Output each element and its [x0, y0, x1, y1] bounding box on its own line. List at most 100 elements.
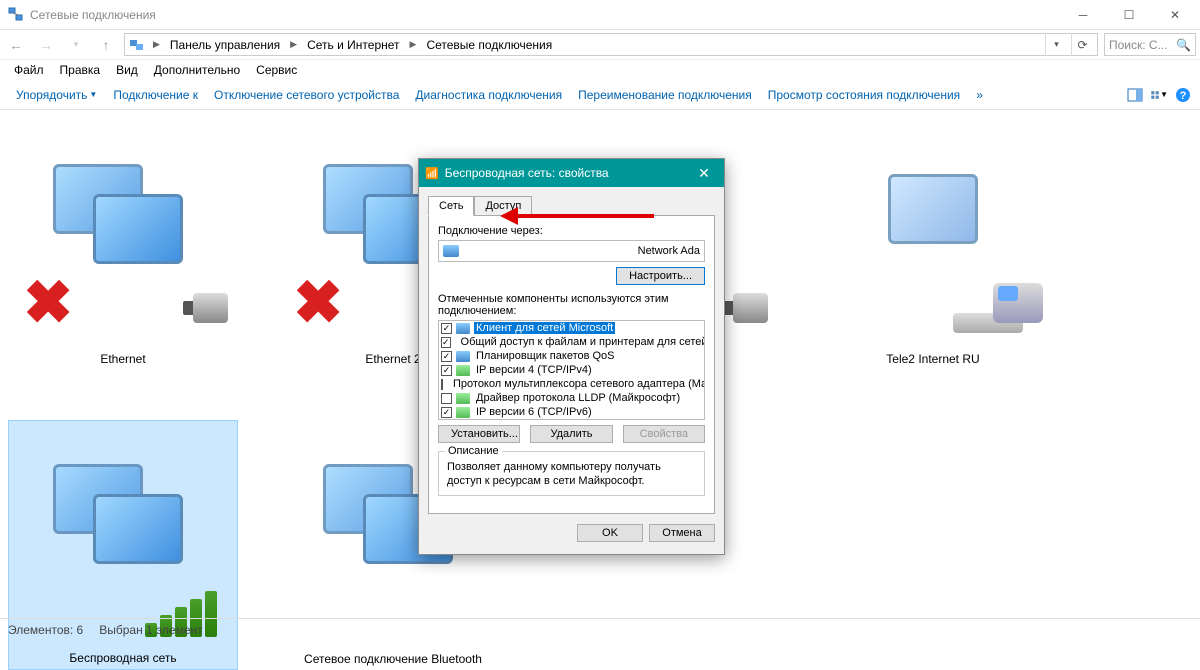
toolbar-rename[interactable]: Переименование подключения	[570, 84, 760, 106]
connection-label: Беспроводная сеть	[69, 647, 176, 669]
back-button[interactable]: ←	[4, 33, 28, 57]
components-label: Отмеченные компоненты используются этим …	[438, 293, 705, 317]
component-row[interactable]: ✓ Общий доступ к файлам и принтерам для с…	[439, 335, 704, 349]
minimize-button[interactable]: ─	[1060, 0, 1106, 30]
configure-button[interactable]: Настроить...	[616, 267, 705, 285]
up-button[interactable]: ↑	[94, 33, 118, 57]
component-icon	[456, 323, 470, 334]
ok-button[interactable]: OK	[577, 524, 643, 542]
uninstall-button[interactable]: Удалить	[530, 425, 612, 443]
adapter-name: Network Ada	[465, 245, 700, 257]
connection-item[interactable]: Tele2 Internet RU	[818, 120, 1048, 370]
disconnected-icon: ✖	[293, 273, 343, 333]
checkbox[interactable]	[441, 393, 452, 404]
toolbar-more[interactable]: »	[968, 84, 991, 106]
toolbar-status[interactable]: Просмотр состояния подключения	[760, 84, 968, 106]
cancel-button[interactable]: Отмена	[649, 524, 715, 542]
chevron-right-icon[interactable]: ▶	[286, 39, 301, 50]
toolbar-diagnose[interactable]: Диагностика подключения	[407, 84, 570, 106]
wifi-icon: 📶	[425, 167, 439, 180]
address-bar-row: ← → ▾ ↑ ▶ Панель управления ▶ Сеть и Инт…	[0, 30, 1200, 60]
checkbox[interactable]	[441, 379, 443, 390]
breadcrumb-item[interactable]: Сеть и Интернет	[305, 38, 401, 52]
properties-dialog: 📶 Беспроводная сеть: свойства ✕ Сеть Дос…	[418, 158, 725, 555]
component-row[interactable]: ✓ Клиент для сетей Microsoft	[439, 321, 704, 335]
modem-icon	[953, 283, 1043, 333]
connection-item[interactable]: ✖ Ethernet	[8, 120, 238, 370]
breadcrumb-item[interactable]: Панель управления	[168, 38, 282, 52]
menu-extra[interactable]: Дополнительно	[146, 61, 248, 79]
component-row[interactable]: ✓ IP версии 4 (TCP/IPv4)	[439, 363, 704, 377]
checkbox[interactable]: ✓	[441, 407, 452, 418]
component-label: Протокол мультиплексора сетевого адаптер…	[451, 378, 705, 390]
organize-button[interactable]: Упорядочить ▼	[8, 84, 105, 106]
connection-label: Ethernet	[100, 348, 145, 370]
adapter-icon	[443, 245, 459, 257]
toolbar: Упорядочить ▼ Подключение к Отключение с…	[0, 80, 1200, 110]
recent-dropdown[interactable]: ▾	[64, 33, 88, 57]
properties-button[interactable]: Свойства	[623, 425, 705, 443]
component-label: Драйвер протокола LLDP (Майкрософт)	[474, 392, 682, 404]
checkbox[interactable]: ✓	[441, 365, 452, 376]
component-label: Общий доступ к файлам и принтерам для се…	[459, 336, 705, 348]
monitor-icon	[53, 164, 193, 304]
dropdown-icon[interactable]: ▾	[1045, 33, 1067, 56]
connection-label: Ethernet 2	[365, 348, 420, 370]
search-placeholder: Поиск: С...	[1109, 38, 1168, 52]
search-icon: 🔍	[1176, 38, 1191, 52]
statusbar: Элементов: 6 Выбран 1 элемент	[0, 618, 1200, 641]
maximize-button[interactable]: ☐	[1106, 0, 1152, 30]
menu-tools[interactable]: Сервис	[248, 61, 305, 79]
menubar: Файл Правка Вид Дополнительно Сервис	[0, 60, 1200, 80]
component-label: IP версии 4 (TCP/IPv4)	[474, 364, 594, 376]
component-row[interactable]: ✓ IP версии 6 (TCP/IPv6)	[439, 405, 704, 419]
description-legend: Описание	[445, 445, 502, 457]
tab-access[interactable]: Доступ	[474, 196, 532, 216]
checkbox[interactable]: ✓	[441, 351, 452, 362]
close-button[interactable]: ✕	[1152, 0, 1198, 30]
connection-label: Сетевое подключение Bluetooth	[304, 648, 482, 670]
component-icon	[456, 351, 470, 362]
cable-icon	[158, 288, 228, 328]
monitor-icon	[53, 464, 193, 604]
disconnected-icon: ✖	[23, 273, 73, 333]
network-folder-icon	[129, 37, 145, 53]
component-row[interactable]: Драйвер протокола LLDP (Майкрософт)	[439, 391, 704, 405]
breadcrumb-item[interactable]: Сетевые подключения	[424, 38, 554, 52]
component-icon	[456, 407, 470, 418]
refresh-button[interactable]: ⟳	[1071, 33, 1093, 56]
component-label: IP версии 6 (TCP/IPv6)	[474, 406, 594, 418]
network-icon	[8, 7, 24, 23]
install-button[interactable]: Установить...	[438, 425, 520, 443]
menu-view[interactable]: Вид	[108, 61, 146, 79]
breadcrumb[interactable]: ▶ Панель управления ▶ Сеть и Интернет ▶ …	[124, 33, 1098, 56]
description-text: Позволяет данному компьютеру получать до…	[447, 460, 696, 489]
menu-file[interactable]: Файл	[6, 61, 52, 79]
component-label: Клиент для сетей Microsoft	[474, 322, 615, 334]
dialog-titlebar[interactable]: 📶 Беспроводная сеть: свойства ✕	[419, 159, 724, 187]
tab-network[interactable]: Сеть	[428, 196, 474, 216]
chevron-right-icon[interactable]: ▶	[149, 39, 164, 50]
forward-button[interactable]: →	[34, 33, 58, 57]
search-input[interactable]: Поиск: С... 🔍	[1104, 33, 1196, 56]
component-row[interactable]: ✓Планировщик пакетов QoS	[439, 349, 704, 363]
status-selected: Выбран 1 элемент	[99, 623, 202, 637]
view-options-icon[interactable]: ▼	[1150, 86, 1168, 104]
toolbar-disable[interactable]: Отключение сетевого устройства	[206, 84, 407, 106]
titlebar: Сетевые подключения ─ ☐ ✕	[0, 0, 1200, 30]
dialog-close-button[interactable]: ✕	[690, 159, 718, 187]
toolbar-connect[interactable]: Подключение к	[105, 84, 206, 106]
connect-via-label: Подключение через:	[438, 225, 705, 237]
components-list[interactable]: ✓ Клиент для сетей Microsoft ✓ Общий доступ…	[438, 320, 705, 420]
preview-pane-icon[interactable]	[1126, 86, 1144, 104]
window-title: Сетевые подключения	[30, 8, 1060, 22]
checkbox[interactable]: ✓	[441, 323, 452, 334]
help-icon[interactable]: ?	[1174, 86, 1192, 104]
component-icon	[456, 393, 470, 404]
checkbox[interactable]: ✓	[441, 337, 451, 348]
svg-text:?: ?	[1180, 90, 1187, 102]
chevron-right-icon[interactable]: ▶	[406, 39, 421, 50]
adapter-field: Network Ada	[438, 240, 705, 262]
menu-edit[interactable]: Правка	[52, 61, 109, 79]
component-row[interactable]: Протокол мультиплексора сетевого адаптер…	[439, 377, 704, 391]
